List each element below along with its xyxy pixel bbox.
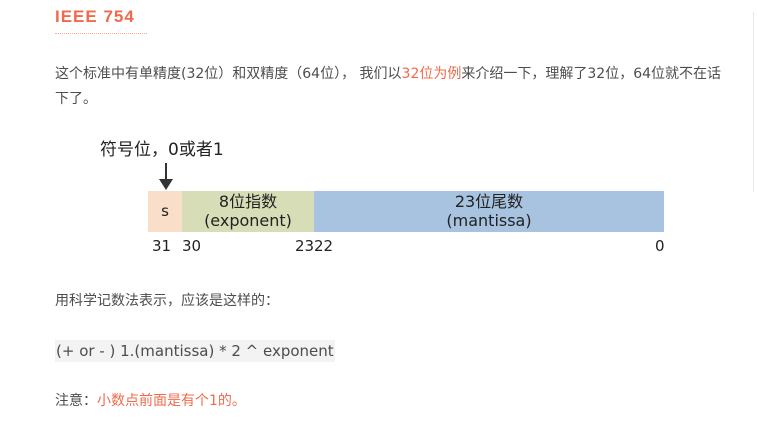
exponent-field-title: 8位指数 xyxy=(218,192,278,211)
section-heading: IEEE 754 xyxy=(55,7,135,26)
formula-code: (+ or - ) 1.(mantissa) * 2 ^ exponent xyxy=(55,340,335,362)
bit-23-label: 23 xyxy=(295,237,315,255)
bit-22-label: 22 xyxy=(314,237,334,255)
note-label: 注意： xyxy=(55,393,97,409)
heading-underline xyxy=(55,33,147,34)
sign-field: s xyxy=(148,191,182,232)
mantissa-field-title: 23位尾数 xyxy=(454,192,524,211)
exponent-field-subtitle: (exponent) xyxy=(204,211,292,230)
arrow-head-icon xyxy=(159,179,173,190)
note-highlight: 小数点前面是有个1的。 xyxy=(97,393,246,409)
bit-30-label: 30 xyxy=(182,237,202,255)
sidebar-divider xyxy=(753,12,754,192)
sign-bit-label: 符号位，0或者1 xyxy=(100,140,224,160)
mantissa-field: 23位尾数 (mantissa) xyxy=(314,191,664,232)
mantissa-field-subtitle: (mantissa) xyxy=(446,211,532,230)
intro-text-start: 这个标准中有单精度(32位）和双精度（64位）， 我们以 xyxy=(55,66,402,82)
exponent-field: 8位指数 (exponent) xyxy=(182,191,314,232)
note-paragraph: 注意：小数点前面是有个1的。 xyxy=(55,389,246,414)
intro-highlight: 32位为例 xyxy=(401,66,462,82)
bit-0-label: 0 xyxy=(655,237,665,255)
sign-field-label: s xyxy=(161,202,169,220)
intro-paragraph: 这个标准中有单精度(32位）和双精度（64位）， 我们以32位为例来介绍一下，理… xyxy=(55,62,725,112)
bit-31-label: 31 xyxy=(152,237,172,255)
sci-notation-text: 用科学记数法表示，应该是这样的： xyxy=(55,293,279,309)
